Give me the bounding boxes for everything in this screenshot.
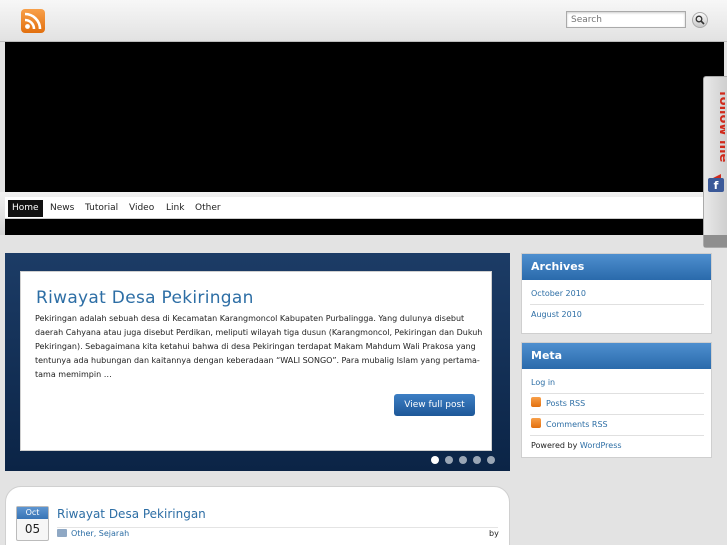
meta-widget: Meta Log in Posts RSS Comments RSS Power…: [521, 342, 712, 458]
rss-icon: [531, 418, 541, 428]
slide-card: Riwayat Desa Pekiringan Pekiringan adala…: [20, 271, 492, 451]
nav-item-home[interactable]: Home: [8, 200, 43, 217]
follow-tab-footer: [704, 235, 727, 247]
slider-dot[interactable]: [445, 456, 453, 464]
rss-feed-icon[interactable]: [21, 9, 45, 33]
follow-me-tab[interactable]: follow me f: [703, 76, 727, 248]
nav-item-link[interactable]: Link: [162, 201, 188, 216]
follow-me-label: follow me: [711, 91, 725, 183]
wordpress-link[interactable]: WordPress: [580, 441, 622, 450]
meta-title: Meta: [522, 343, 711, 369]
main-nav: Home News Tutorial Video Link Other: [5, 197, 724, 219]
post-author-label: by: [489, 529, 499, 538]
post-divider: [57, 527, 498, 528]
powered-by-text: Powered by: [531, 441, 580, 450]
slider-dot[interactable]: [473, 456, 481, 464]
slider-dot[interactable]: [459, 456, 467, 464]
featured-slider: Riwayat Desa Pekiringan Pekiringan adala…: [5, 253, 510, 471]
posts-rss-link[interactable]: Posts RSS: [531, 393, 585, 414]
header-banner: [5, 42, 724, 192]
search-input[interactable]: [566, 11, 686, 28]
folder-icon: [57, 529, 67, 537]
nav-item-tutorial[interactable]: Tutorial: [81, 201, 122, 216]
slider-dot[interactable]: [431, 456, 439, 464]
rss-icon: [531, 397, 541, 407]
posts-rss-label: Posts RSS: [546, 399, 586, 408]
post-categories: Other, Sejarah: [57, 529, 129, 538]
facebook-icon[interactable]: f: [708, 178, 724, 192]
archive-link-october-2010[interactable]: October 2010: [531, 283, 586, 304]
post-category-links[interactable]: Other, Sejarah: [71, 529, 129, 538]
svg-text:follow me: follow me: [716, 91, 725, 163]
archive-link-august-2010[interactable]: August 2010: [531, 304, 582, 325]
archives-title: Archives: [522, 254, 711, 280]
powered-by: Powered by WordPress: [531, 435, 622, 456]
view-full-post-button[interactable]: View full post: [394, 394, 475, 416]
nav-underbar: [5, 219, 724, 235]
comments-rss-label: Comments RSS: [546, 420, 608, 429]
post-month: Oct: [17, 507, 48, 519]
nav-item-video[interactable]: Video: [125, 201, 158, 216]
post-day: 05: [24, 522, 41, 536]
slide-excerpt: Pekiringan adalah sebuah desa di Kecamat…: [35, 314, 483, 379]
nav-item-news[interactable]: News: [46, 201, 78, 216]
post-title[interactable]: Riwayat Desa Pekiringan: [57, 507, 206, 521]
login-link[interactable]: Log in: [531, 372, 555, 393]
nav-item-other[interactable]: Other: [191, 201, 225, 216]
comments-rss-link[interactable]: Comments RSS: [531, 414, 608, 435]
post-date-calendar: Oct 05: [16, 506, 49, 541]
slider-dot[interactable]: [487, 456, 495, 464]
post-entry: Oct 05 Riwayat Desa Pekiringan Other, Se…: [5, 486, 510, 545]
search-button[interactable]: [692, 12, 708, 28]
top-bar: [0, 0, 727, 42]
archives-widget: Archives October 2010 August 2010: [521, 253, 712, 334]
search-icon: [695, 15, 705, 25]
slide-title[interactable]: Riwayat Desa Pekiringan: [36, 288, 254, 308]
